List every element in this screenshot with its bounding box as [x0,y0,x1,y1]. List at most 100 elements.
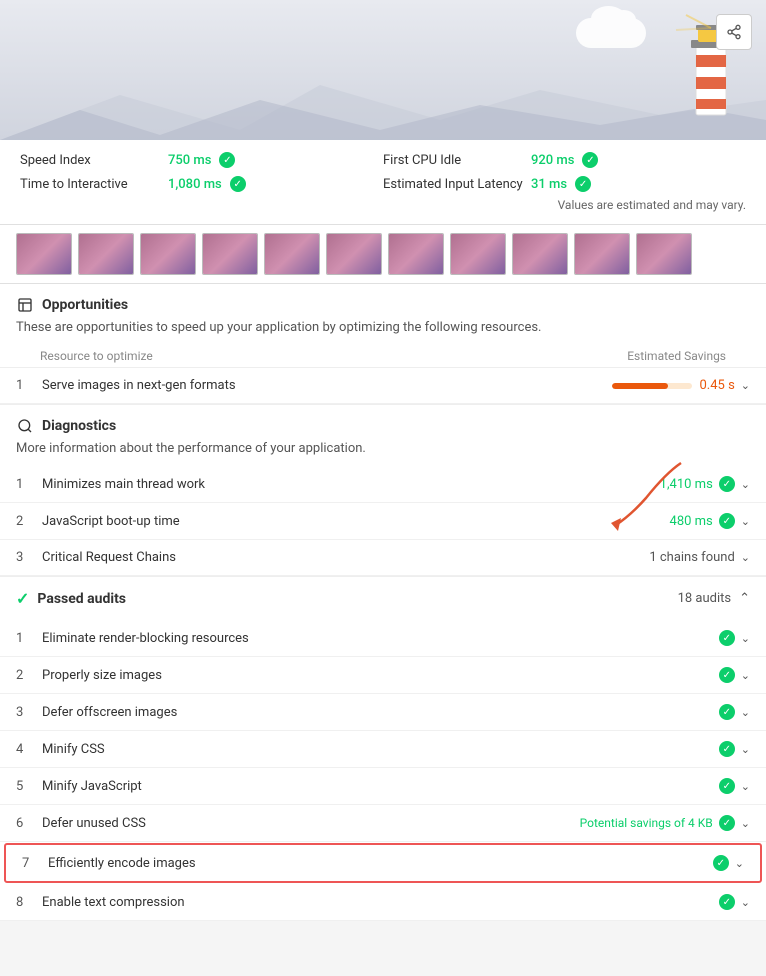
diagnostic-item-3[interactable]: 3 Critical Request Chains 1 chains found… [0,540,766,576]
passed-chevron-5[interactable]: ⌄ [741,780,750,793]
passed-check-7: ✓ [713,855,729,871]
passed-label-5: Minify JavaScript [42,779,711,794]
passed-check-5: ✓ [719,778,735,794]
passed-item-3[interactable]: 3 Defer offscreen images ✓ ⌄ [0,694,766,731]
chevron-up-icon[interactable]: ⌃ [739,591,750,606]
passed-item-7[interactable]: 7 Efficiently encode images ✓ ⌄ [4,843,762,883]
opportunities-table-header: Resource to optimize Estimated Savings [0,345,766,368]
diag-right-2: 480 ms ✓ ⌄ [670,513,750,529]
diag-chevron-1[interactable]: ⌄ [741,478,750,491]
film-frame-10 [574,233,630,275]
passed-right-4: ✓ ⌄ [719,741,750,757]
opportunities-desc: These are opportunities to speed up your… [0,318,766,345]
diag-num-1: 1 [16,477,34,492]
film-frame-5 [264,233,320,275]
passed-header-right: 18 audits ⌃ [678,591,750,606]
passed-label-4: Minify CSS [42,742,711,757]
chevron-icon-1[interactable]: ⌄ [741,379,750,392]
diag-num-3: 3 [16,550,34,565]
passed-right-6: Potential savings of 4 KB ✓ ⌄ [580,815,750,831]
passed-item-6[interactable]: 6 Defer unused CSS Potential savings of … [0,805,766,842]
metrics-grid: Speed Index 750 ms ✓ First CPU Idle 920 … [20,152,746,192]
passed-chevron-4[interactable]: ⌄ [741,743,750,756]
diag-chevron-3[interactable]: ⌄ [741,551,750,564]
mountains-illustration [0,80,766,140]
item-num-1: 1 [16,378,34,393]
passed-num-5: 5 [16,779,34,794]
first-cpu-idle-value: 920 ms [531,153,574,168]
passed-check-4: ✓ [719,741,735,757]
diagnostic-item-2[interactable]: 2 JavaScript boot-up time 480 ms ✓ ⌄ [0,503,766,540]
opportunity-item-1[interactable]: 1 Serve images in next-gen formats 0.45 … [0,368,766,404]
passed-chevron-6[interactable]: ⌄ [741,817,750,830]
passed-right-2: ✓ ⌄ [719,667,750,683]
passed-item-5[interactable]: 5 Minify JavaScript ✓ ⌄ [0,768,766,805]
passed-check-6: ✓ [719,815,735,831]
col-resource: Resource to optimize [40,349,153,363]
passed-chevron-1[interactable]: ⌄ [741,632,750,645]
film-frame-8 [450,233,506,275]
metric-first-cpu-idle: First CPU Idle 920 ms ✓ [383,152,746,168]
diagnostic-item-2-wrapper: 2 JavaScript boot-up time 480 ms ✓ ⌄ [0,503,766,540]
opportunities-icon [16,296,34,314]
speed-index-value: 750 ms [168,153,211,168]
main-content: Opportunities These are opportunities to… [0,284,766,921]
passed-num-3: 3 [16,705,34,720]
opportunities-header: Opportunities [0,284,766,318]
metric-tti: Time to Interactive 1,080 ms ✓ [20,176,383,192]
tti-value: 1,080 ms [168,177,222,192]
passed-item-8[interactable]: 8 Enable text compression ✓ ⌄ [0,884,766,921]
tti-check: ✓ [230,176,246,192]
metric-speed-index: Speed Index 750 ms ✓ [20,152,383,168]
diagnostics-section: Diagnostics More information about the p… [0,404,766,576]
passed-check-3: ✓ [719,704,735,720]
film-frame-2 [78,233,134,275]
speed-index-check: ✓ [219,152,235,168]
passed-right-7: ✓ ⌄ [713,855,744,871]
passed-item-2[interactable]: 2 Properly size images ✓ ⌄ [0,657,766,694]
passed-audits-header[interactable]: ✓ Passed audits 18 audits ⌃ [0,577,766,620]
diag-right-3: 1 chains found ⌄ [649,550,750,565]
lighthouse-header [0,0,766,140]
passed-chevron-2[interactable]: ⌄ [741,669,750,682]
passed-num-8: 8 [16,895,34,910]
diagnostics-title: Diagnostics [42,418,116,434]
diag-value-2: 480 ms [670,514,713,529]
passed-header-left: ✓ Passed audits [16,589,126,608]
diagnostics-desc: More information about the performance o… [0,439,766,466]
passed-count: 18 audits [678,591,732,606]
passed-item-4[interactable]: 4 Minify CSS ✓ ⌄ [0,731,766,768]
passed-chevron-8[interactable]: ⌄ [741,896,750,909]
checkmark-icon: ✓ [16,589,29,608]
diagnostics-icon [16,417,34,435]
passed-label-7: Efficiently encode images [48,856,705,871]
passed-audits-section: ✓ Passed audits 18 audits ⌃ 1 Eliminate … [0,576,766,921]
passed-chevron-7[interactable]: ⌄ [735,857,744,870]
passed-label-2: Properly size images [42,668,711,683]
opportunities-title: Opportunities [42,297,128,313]
savings-bar-container: 0.45 s [612,378,735,393]
savings-bar-fill [612,383,668,389]
passed-item-1[interactable]: 1 Eliminate render-blocking resources ✓ … [0,620,766,657]
passed-chevron-3[interactable]: ⌄ [741,706,750,719]
diag-label-2: JavaScript boot-up time [42,514,662,529]
diag-num-2: 2 [16,514,34,529]
diagnostic-item-1[interactable]: 1 Minimizes main thread work 1,410 ms ✓ … [0,466,766,503]
diag-right-1: 1,410 ms ✓ ⌄ [660,476,750,492]
passed-label-1: Eliminate render-blocking resources [42,631,711,646]
diag-label-1: Minimizes main thread work [42,477,652,492]
filmstrip [0,225,766,284]
film-frame-1 [16,233,72,275]
input-latency-value: 31 ms [531,177,567,192]
passed-right-8: ✓ ⌄ [719,894,750,910]
film-frame-11 [636,233,692,275]
passed-label-6: Defer unused CSS [42,816,572,831]
opportunities-section: Opportunities These are opportunities to… [0,284,766,404]
passed-check-8: ✓ [719,894,735,910]
diag-chevron-2[interactable]: ⌄ [741,515,750,528]
share-button[interactable] [716,14,752,50]
opportunity-label-1: Serve images in next-gen formats [42,378,604,393]
film-frame-4 [202,233,258,275]
diag-value-1: 1,410 ms [660,477,713,492]
first-cpu-idle-label: First CPU Idle [383,153,523,168]
